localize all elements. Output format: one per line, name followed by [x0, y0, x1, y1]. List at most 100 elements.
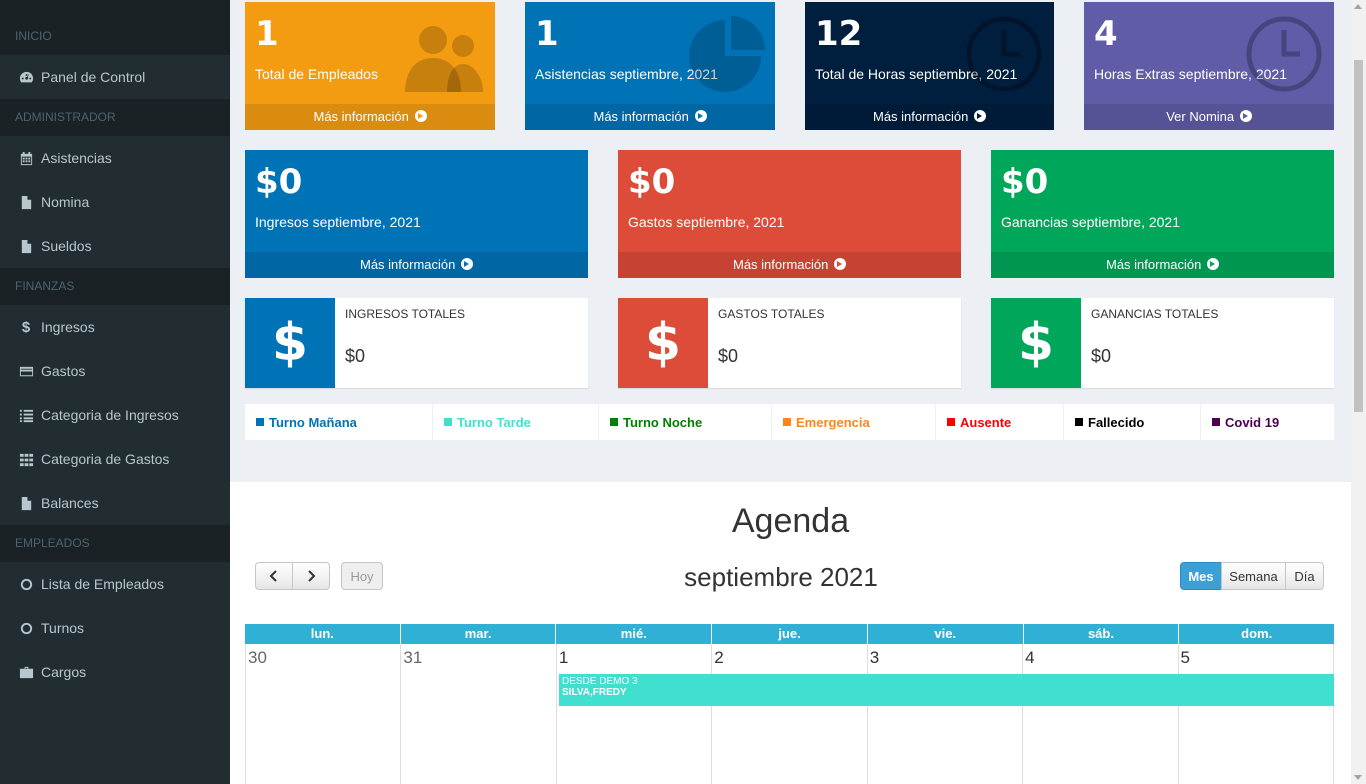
legend-swatch [947, 418, 955, 426]
sidebar-item-label: Cargos [41, 664, 87, 680]
sidebar-item-nomina[interactable]: Nomina [0, 180, 230, 224]
arrow-circle-right-icon [974, 110, 986, 122]
info-box-gastos-totales: $ GASTOS TOTALES $0 [618, 298, 961, 388]
info-title: GANANCIAS TOTALES [1091, 307, 1219, 321]
section-empleados: EMPLEADOS [0, 525, 230, 562]
agenda-title: Agenda [731, 502, 850, 540]
sidebar-item-label: Nomina [41, 194, 90, 210]
calendar-weekday-header: lun. mar. mié. jue. vie. sáb. dom. [245, 624, 1335, 644]
view-week-button[interactable]: Semana [1221, 562, 1286, 590]
sidebar-item-turnos[interactable]: Turnos [0, 606, 230, 650]
legend-item: Turno Tarde [433, 404, 599, 440]
weekday-label: mar. [400, 624, 557, 644]
day-number: 2 [714, 648, 724, 667]
sidebar-item-categoria-gastos[interactable]: Categoria de Gastos [0, 437, 230, 481]
more-info-link[interactable]: Más información [245, 252, 588, 278]
shift-legend: Turno Mañana Turno Tarde Turno Noche Eme… [245, 404, 1334, 440]
ver-nomina-link[interactable]: Ver Nomina [1084, 104, 1334, 130]
sidebar-item-gastos[interactable]: Gastos [0, 349, 230, 393]
more-info-link[interactable]: Más información [525, 104, 775, 130]
scroll-down-icon[interactable] [1354, 775, 1362, 780]
legend-item: Fallecido [1064, 404, 1201, 440]
file-icon [18, 194, 34, 210]
section-administrador: ADMINISTRADOR [0, 99, 230, 136]
credit-card-icon [18, 363, 34, 379]
grid-icon [18, 451, 34, 467]
calendar-day-cell[interactable]: 2 [712, 644, 868, 784]
event-employee: SILVA,FREDY [562, 687, 627, 698]
sidebar-item-lista-empleados[interactable]: Lista de Empleados [0, 562, 230, 606]
calendar-day-cell[interactable]: 5 [1179, 644, 1334, 784]
more-info-link[interactable]: Más información [805, 104, 1054, 130]
calendar-event[interactable]: DESDE DEMO 3 SILVA,FREDY [559, 674, 1334, 706]
view-day-button[interactable]: Día [1285, 562, 1324, 590]
stat-label: Ingresos septiembre, 2021 [255, 214, 421, 230]
stat-label: Ganancias septiembre, 2021 [1001, 214, 1180, 230]
legend-label: Covid 19 [1225, 414, 1280, 430]
sidebar-item-cargos[interactable]: Cargos [0, 650, 230, 694]
stat-box-horas: 12 Total de Horas septiembre, 2021 Más i… [805, 2, 1054, 130]
more-info-label: Ver Nomina [1166, 109, 1235, 124]
info-value: $0 [1091, 346, 1112, 366]
legend-label: Ausente [960, 414, 1012, 430]
calendar-day-cell[interactable]: 1 [557, 644, 713, 784]
sidebar-item-asistencias[interactable]: Asistencias [0, 136, 230, 180]
info-title: INGRESOS TOTALES [345, 307, 466, 321]
more-info-label: Más información [593, 109, 689, 124]
day-number: 3 [869, 648, 880, 667]
calendar-month-title: septiembre 2021 [684, 562, 878, 592]
clock-icon [966, 16, 1042, 92]
sidebar-item-ingresos[interactable]: $ Ingresos [0, 305, 230, 349]
sidebar-item-label: Turnos [41, 620, 85, 636]
more-info-label: Más información [313, 109, 409, 124]
sidebar-item-label: Ingresos [41, 319, 95, 335]
dollar-icon: $ [991, 298, 1081, 388]
legend-label: Emergencia [796, 414, 870, 430]
sidebar-item-categoria-ingresos[interactable]: Categoria de Ingresos [0, 393, 230, 437]
stat-box-empleados: 1 Total de Empleados Más información [245, 2, 495, 130]
calendar-day-cell[interactable]: 30 [245, 644, 402, 784]
more-info-link[interactable]: Más información [618, 252, 961, 278]
arrow-circle-right-icon [461, 258, 473, 270]
legend-label: Turno Tarde [457, 414, 531, 430]
circle-icon [18, 576, 34, 592]
legend-swatch [444, 418, 452, 426]
more-info-label: Más información [873, 109, 969, 124]
info-value: $0 [718, 346, 739, 366]
weekday-label: sáb. [1023, 624, 1180, 644]
stat-box-ingresos-mes: $0 Ingresos septiembre, 2021 Más informa… [245, 150, 588, 278]
calendar-day-cell[interactable]: 3 [868, 644, 1024, 784]
stat-value: $0 [255, 162, 303, 202]
more-info-label: Más información [1106, 257, 1202, 272]
stat-box-horas-extras: 4 Horas Extras septiembre, 2021 Ver Nomi… [1084, 2, 1334, 130]
info-value: $0 [345, 346, 366, 366]
stat-value: $0 [1001, 162, 1049, 202]
scroll-up-icon[interactable] [1354, 4, 1362, 9]
sidebar-item-balances[interactable]: Balances [0, 481, 230, 525]
info-box-ingresos-totales: $ INGRESOS TOTALES $0 [245, 298, 588, 388]
sidebar-item-label: Gastos [41, 363, 86, 379]
arrow-circle-right-icon [414, 110, 427, 122]
scrollbar-thumb[interactable] [1354, 60, 1363, 412]
stat-box-asistencias: 1 Asistencias septiembre, 2021 Más infor… [525, 2, 775, 130]
legend-swatch [1075, 418, 1083, 426]
more-info-link[interactable]: Más información [991, 252, 1334, 278]
stat-label: Total de Empleados [255, 66, 378, 82]
arrow-circle-right-icon [1207, 258, 1219, 270]
legend-swatch [610, 418, 618, 426]
calendar-day-cell[interactable]: 4 [1023, 644, 1179, 784]
page-scrollbar[interactable] [1351, 0, 1366, 784]
sidebar-item-sueldos[interactable]: Sueldos [0, 224, 230, 268]
calendar-day-cell[interactable]: 31 [401, 644, 557, 784]
clock-icon [1246, 16, 1322, 92]
pie-chart-icon [689, 16, 765, 92]
legend-label: Fallecido [1088, 414, 1145, 430]
users-icon [405, 26, 483, 92]
sidebar-item-label: Lista de Empleados [41, 576, 164, 592]
file-icon [18, 495, 34, 511]
more-info-link[interactable]: Más información [245, 104, 495, 130]
stat-label: Gastos septiembre, 2021 [628, 214, 785, 230]
arrow-circle-right-icon [694, 110, 707, 122]
view-month-button[interactable]: Mes [1180, 562, 1222, 590]
sidebar-item-panel[interactable]: Panel de Control [0, 55, 230, 99]
